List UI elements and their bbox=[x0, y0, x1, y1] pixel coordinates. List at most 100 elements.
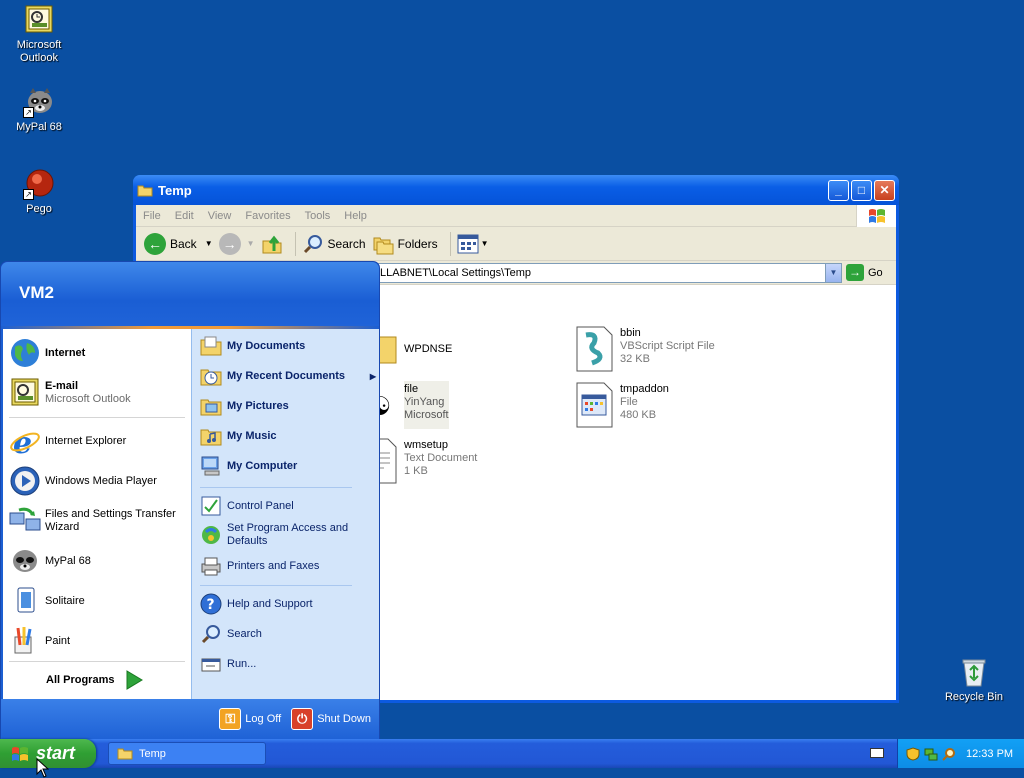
raccoon-icon: ↗ bbox=[23, 86, 55, 118]
network-icon[interactable] bbox=[924, 747, 938, 761]
start-item-solitaire[interactable]: Solitaire bbox=[9, 585, 85, 617]
keyboard-icon[interactable] bbox=[870, 748, 884, 758]
up-folder-icon bbox=[262, 235, 282, 253]
menu-edit[interactable]: Edit bbox=[168, 210, 201, 222]
mouse-cursor-icon bbox=[36, 758, 50, 778]
menu-tools[interactable]: Tools bbox=[298, 210, 338, 222]
desktop-icon-label: Pego bbox=[26, 203, 52, 215]
shut-down-button[interactable]: ⏻ Shut Down bbox=[291, 708, 371, 730]
all-programs-button[interactable]: All Programs bbox=[46, 669, 144, 691]
search-icon bbox=[200, 623, 222, 645]
start-item-control-panel[interactable]: Control Panel bbox=[200, 495, 294, 517]
separator bbox=[9, 661, 185, 662]
desktop-icon-pego[interactable]: ↗ Pego bbox=[1, 168, 77, 216]
menu-file[interactable]: File bbox=[136, 210, 168, 222]
file-item-tmpaddon[interactable]: tmpaddon File 480 KB bbox=[574, 381, 669, 429]
toolbar-separator bbox=[449, 231, 451, 256]
start-item-run[interactable]: Run... bbox=[200, 653, 256, 675]
start-item-paint[interactable]: Paint bbox=[9, 625, 70, 657]
desktop-icon-mypal[interactable]: ↗ MyPal 68 bbox=[1, 86, 77, 134]
vbscript-icon bbox=[574, 325, 614, 373]
shortcut-arrow-icon: ↗ bbox=[23, 107, 34, 118]
documents-folder-icon bbox=[200, 335, 222, 357]
views-icon bbox=[457, 234, 479, 253]
key-icon: ⚿ bbox=[219, 708, 242, 730]
window-titlebar[interactable]: Temp _ □ ✕ bbox=[133, 175, 899, 205]
start-item-my-music[interactable]: My Music bbox=[200, 425, 277, 447]
folder-icon bbox=[117, 748, 133, 760]
log-off-button[interactable]: ⚿ Log Off bbox=[219, 708, 281, 730]
generic-file-icon bbox=[574, 381, 614, 429]
solitaire-icon bbox=[9, 585, 41, 617]
separator bbox=[9, 417, 185, 418]
recycle-bin-icon bbox=[958, 656, 990, 688]
menu-favorites[interactable]: Favorites bbox=[238, 210, 297, 222]
start-item-search[interactable]: Search bbox=[200, 623, 262, 645]
paint-icon bbox=[9, 625, 41, 657]
address-dropdown-icon[interactable]: ▼ bbox=[825, 264, 841, 282]
start-item-help[interactable]: ? Help and Support bbox=[200, 593, 313, 615]
pego-icon: ↗ bbox=[23, 168, 55, 200]
start-item-my-pictures[interactable]: My Pictures bbox=[200, 395, 289, 417]
submenu-arrow-icon: ▶ bbox=[369, 371, 376, 381]
chevron-down-icon[interactable]: ▼ bbox=[205, 239, 213, 248]
start-item-transfer-wizard[interactable]: Files and Settings Transfer Wizard bbox=[9, 505, 189, 537]
close-button[interactable]: ✕ bbox=[874, 179, 895, 201]
desktop-icon-recycle-bin[interactable]: Recycle Bin bbox=[936, 656, 1012, 704]
up-button[interactable] bbox=[261, 233, 283, 255]
outlook-icon bbox=[9, 377, 41, 409]
go-button[interactable]: → Go bbox=[846, 264, 883, 281]
folder-icon bbox=[137, 185, 153, 196]
forward-arrow-icon: → bbox=[218, 232, 241, 255]
file-item-bbin[interactable]: bbin VBScript Script File 32 KB bbox=[574, 325, 715, 373]
music-folder-icon bbox=[200, 425, 222, 447]
search-icon[interactable] bbox=[942, 747, 956, 761]
chevron-down-icon[interactable]: ▼ bbox=[247, 239, 255, 248]
pictures-folder-icon bbox=[200, 395, 222, 417]
shortcut-arrow-icon: ↗ bbox=[23, 189, 34, 200]
start-item-internet-explorer[interactable]: e Internet Explorer bbox=[9, 425, 126, 461]
search-icon bbox=[303, 234, 322, 253]
address-input[interactable]: LLABNET\Local Settings\Temp ▼ bbox=[376, 263, 842, 283]
printer-icon bbox=[200, 555, 222, 577]
start-item-my-computer[interactable]: My Computer bbox=[200, 455, 297, 477]
start-item-internet[interactable]: Internet bbox=[9, 337, 85, 369]
menu-help[interactable]: Help bbox=[337, 210, 374, 222]
start-item-mypal[interactable]: MyPal 68 bbox=[9, 545, 91, 577]
recent-documents-icon bbox=[200, 365, 222, 387]
back-button[interactable]: ← Back ▼ bbox=[144, 232, 213, 255]
menu-view[interactable]: View bbox=[201, 210, 239, 222]
transfer-wizard-icon bbox=[9, 505, 41, 537]
menu-bar: File Edit View Favorites Tools Help bbox=[136, 205, 896, 227]
folders-icon bbox=[373, 237, 394, 254]
start-menu-footer: ⚿ Log Off ⏻ Shut Down bbox=[1, 699, 379, 739]
toolbar-separator bbox=[294, 231, 296, 256]
taskbar-button-temp[interactable]: Temp bbox=[108, 742, 266, 765]
desktop-icon-outlook[interactable]: Microsoft Outlook bbox=[1, 4, 77, 65]
maximize-button[interactable]: □ bbox=[851, 179, 872, 201]
start-item-my-recent-documents[interactable]: My Recent Documents ▶ bbox=[200, 365, 376, 387]
start-item-email[interactable]: E-mail Microsoft Outlook bbox=[9, 377, 131, 409]
control-panel-icon bbox=[200, 495, 222, 517]
separator bbox=[200, 585, 352, 586]
start-menu-header: VM2 bbox=[1, 262, 379, 326]
desktop-icon-label: MyPal 68 bbox=[16, 121, 62, 133]
start-item-program-access[interactable]: Set Program Access and Defaults bbox=[200, 522, 370, 548]
power-icon: ⏻ bbox=[291, 708, 314, 730]
start-item-printers[interactable]: Printers and Faxes bbox=[200, 555, 319, 577]
start-item-my-documents[interactable]: My Documents bbox=[200, 335, 305, 357]
folders-button[interactable]: Folders bbox=[372, 233, 438, 255]
svg-text:?: ? bbox=[207, 597, 215, 613]
outlook-icon bbox=[23, 4, 55, 36]
views-button[interactable]: ▼ bbox=[457, 233, 489, 255]
minimize-button[interactable]: _ bbox=[828, 179, 849, 201]
clock[interactable]: 12:33 PM bbox=[966, 748, 1013, 760]
start-menu-places: My Documents My Recent Documents ▶ My Pi… bbox=[191, 329, 379, 699]
security-shield-icon[interactable] bbox=[906, 746, 920, 761]
internet-explorer-icon: e bbox=[9, 425, 41, 461]
forward-button[interactable]: → ▼ bbox=[218, 232, 255, 255]
start-item-media-player[interactable]: Windows Media Player bbox=[9, 465, 157, 497]
search-button[interactable]: Search bbox=[302, 233, 366, 255]
windows-flag-icon bbox=[856, 205, 896, 227]
user-name: VM2 bbox=[19, 283, 54, 302]
